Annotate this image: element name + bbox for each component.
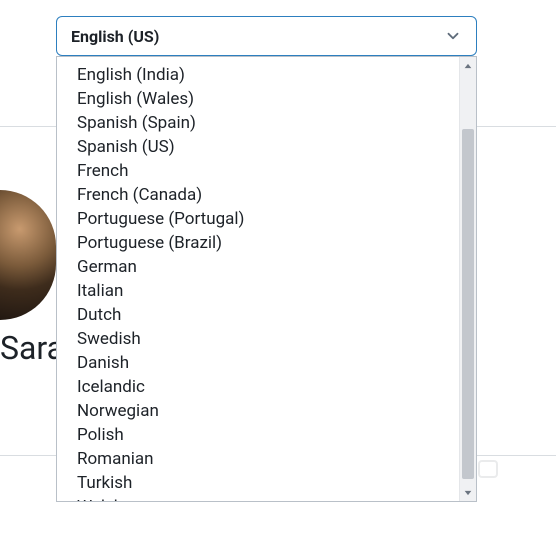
language-option[interactable]: Spanish (Spain) <box>57 111 459 135</box>
language-option[interactable]: English (Wales) <box>57 87 459 111</box>
scroll-up-arrow-icon[interactable] <box>460 57 476 74</box>
language-option[interactable]: Norwegian <box>57 399 459 423</box>
language-option[interactable]: French <box>57 159 459 183</box>
language-select: English (US) English (India)English (Wal… <box>56 16 477 56</box>
language-option[interactable]: Danish <box>57 351 459 375</box>
language-option[interactable]: Italian <box>57 279 459 303</box>
language-select-button[interactable]: English (US) <box>56 16 477 56</box>
language-select-label: English (US) <box>71 27 159 46</box>
language-option[interactable]: Portuguese (Portugal) <box>57 207 459 231</box>
language-option[interactable]: Spanish (US) <box>57 135 459 159</box>
language-option[interactable]: Swedish <box>57 327 459 351</box>
scroll-down-arrow-icon[interactable] <box>460 484 476 501</box>
language-option[interactable]: Portuguese (Brazil) <box>57 231 459 255</box>
language-option-list[interactable]: English (India)English (Wales)Spanish (S… <box>57 57 459 501</box>
language-dropdown: English (India)English (Wales)Spanish (S… <box>56 56 477 502</box>
watermark <box>478 460 504 478</box>
language-option[interactable]: French (Canada) <box>57 183 459 207</box>
language-option[interactable]: German <box>57 255 459 279</box>
scrollbar-thumb[interactable] <box>462 129 474 479</box>
language-option[interactable]: Romanian <box>57 447 459 471</box>
user-name: Sara <box>0 329 64 367</box>
language-option[interactable]: English (India) <box>57 63 459 87</box>
scrollbar-track[interactable] <box>459 57 476 501</box>
language-option[interactable]: Turkish <box>57 471 459 495</box>
chevron-down-icon <box>444 27 462 45</box>
language-option[interactable]: Polish <box>57 423 459 447</box>
language-option[interactable]: Icelandic <box>57 375 459 399</box>
watermark-icon <box>478 460 498 478</box>
language-option[interactable]: Welsh <box>57 495 459 501</box>
language-option[interactable]: Dutch <box>57 303 459 327</box>
